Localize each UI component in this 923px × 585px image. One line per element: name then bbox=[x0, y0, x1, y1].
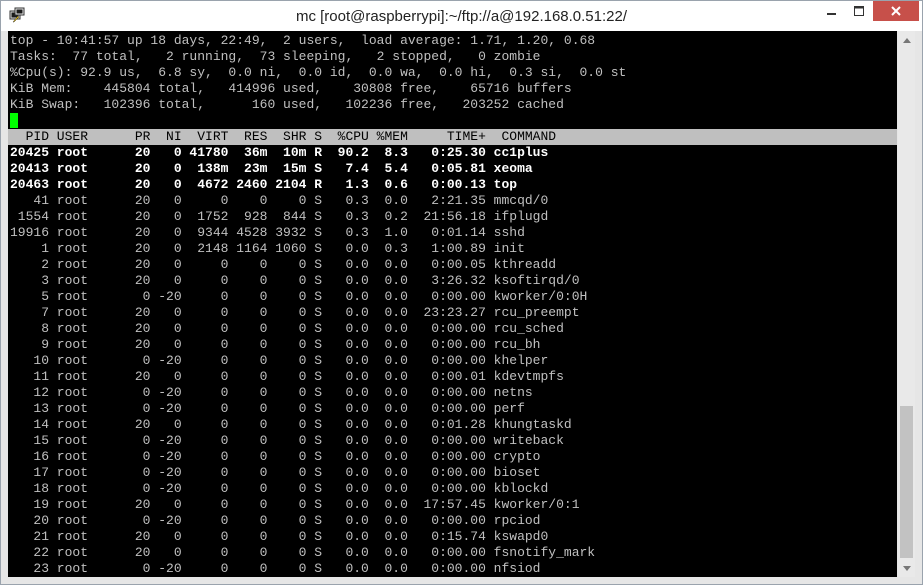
process-row: 41 root 20 0 0 0 0 S 0.3 0.0 2:21.35 mmc… bbox=[10, 193, 549, 208]
minimize-button[interactable] bbox=[819, 1, 845, 21]
process-row: 22 root 20 0 0 0 0 S 0.0 0.0 0:00.00 fsn… bbox=[10, 545, 596, 560]
close-button[interactable] bbox=[873, 1, 919, 21]
maximize-icon bbox=[854, 6, 864, 16]
process-row: 18 root 0 -20 0 0 0 S 0.0 0.0 0:00.00 kb… bbox=[10, 481, 549, 496]
process-row: 1554 root 20 0 1752 928 844 S 0.3 0.2 21… bbox=[10, 209, 549, 224]
process-row: 9 root 20 0 0 0 0 S 0.0 0.0 0:00.00 rcu_… bbox=[10, 337, 541, 352]
scroll-up-button[interactable] bbox=[898, 31, 915, 48]
title-bar[interactable]: mc [root@raspberrypi]:~/ftp://a@192.168.… bbox=[1, 1, 922, 31]
terminal-screen[interactable]: top - 10:41:57 up 18 days, 22:49, 2 user… bbox=[8, 31, 897, 577]
summary-mem-line: KiB Mem: 445804 total, 414996 used, 3080… bbox=[10, 81, 572, 96]
process-row: 20413 root 20 0 138m 23m 15m S 7.4 5.4 0… bbox=[10, 161, 533, 176]
scroll-down-button[interactable] bbox=[898, 560, 915, 577]
process-row: 3 root 20 0 0 0 0 S 0.0 0.0 3:26.32 ksof… bbox=[10, 273, 580, 288]
close-icon bbox=[891, 6, 901, 16]
process-row: 17 root 0 -20 0 0 0 S 0.0 0.0 0:00.00 bi… bbox=[10, 465, 541, 480]
window-title: mc [root@raspberrypi]:~/ftp://a@192.168.… bbox=[295, 8, 628, 25]
process-row: 15 root 0 -20 0 0 0 S 0.0 0.0 0:00.00 wr… bbox=[10, 433, 564, 448]
process-row: 23 root 0 -20 0 0 0 S 0.0 0.0 0:00.00 nf… bbox=[10, 561, 541, 576]
process-row: 20463 root 20 0 4672 2460 2104 R 1.3 0.6… bbox=[10, 177, 518, 192]
terminal-window: mc [root@raspberrypi]:~/ftp://a@192.168.… bbox=[0, 0, 923, 585]
process-row: 19916 root 20 0 9344 4528 3932 S 0.3 1.0… bbox=[10, 225, 525, 240]
arrow-down-icon bbox=[902, 565, 911, 571]
process-row: 10 root 0 -20 0 0 0 S 0.0 0.0 0:00.00 kh… bbox=[10, 353, 549, 368]
process-row: 2 root 20 0 0 0 0 S 0.0 0.0 0:00.05 kthr… bbox=[10, 257, 557, 272]
scrollbar-thumb[interactable] bbox=[900, 406, 913, 558]
process-row: 8 root 20 0 0 0 0 S 0.0 0.0 0:00.00 rcu_… bbox=[10, 321, 564, 336]
process-row: 12 root 0 -20 0 0 0 S 0.0 0.0 0:00.00 ne… bbox=[10, 385, 533, 400]
process-row: 21 root 20 0 0 0 0 S 0.0 0.0 0:15.74 ksw… bbox=[10, 529, 549, 544]
arrow-up-icon bbox=[902, 37, 911, 43]
process-row: 5 root 0 -20 0 0 0 S 0.0 0.0 0:00.00 kwo… bbox=[10, 289, 588, 304]
process-row: 20 root 0 -20 0 0 0 S 0.0 0.0 0:00.00 rp… bbox=[10, 513, 541, 528]
summary-cpu-line: %Cpu(s): 92.9 us, 6.8 sy, 0.0 ni, 0.0 id… bbox=[10, 65, 627, 80]
process-row: 20425 root 20 0 41780 36m 10m R 90.2 8.3… bbox=[10, 145, 549, 160]
summary-tasks-line: Tasks: 77 total, 2 running, 73 sleeping,… bbox=[10, 49, 541, 64]
process-row: 14 root 20 0 0 0 0 S 0.0 0.0 0:01.28 khu… bbox=[10, 417, 572, 432]
process-row: 1 root 20 0 2148 1164 1060 S 0.0 0.3 1:0… bbox=[10, 241, 525, 256]
minimize-icon bbox=[827, 13, 836, 15]
process-table-header: PID USER PR NI VIRT RES SHR S %CPU %MEM … bbox=[8, 129, 897, 145]
process-table-header-text: PID USER PR NI VIRT RES SHR S %CPU %MEM … bbox=[10, 129, 557, 144]
process-row: 11 root 20 0 0 0 0 S 0.0 0.0 0:00.01 kde… bbox=[10, 369, 564, 384]
process-row: 7 root 20 0 0 0 0 S 0.0 0.0 23:23.27 rcu… bbox=[10, 305, 580, 320]
summary-swap-line: KiB Swap: 102396 total, 160 used, 102236… bbox=[10, 97, 564, 112]
process-row: 13 root 0 -20 0 0 0 S 0.0 0.0 0:00.00 pe… bbox=[10, 401, 525, 416]
vertical-scrollbar[interactable] bbox=[898, 31, 915, 577]
maximize-button[interactable] bbox=[846, 1, 872, 21]
process-row: 19 root 20 0 0 0 0 S 0.0 0.0 17:57.45 kw… bbox=[10, 497, 580, 512]
process-row: 16 root 0 -20 0 0 0 S 0.0 0.0 0:00.00 cr… bbox=[10, 449, 541, 464]
summary-uptime-line: top - 10:41:57 up 18 days, 22:49, 2 user… bbox=[10, 33, 596, 48]
terminal-cursor bbox=[10, 113, 18, 128]
